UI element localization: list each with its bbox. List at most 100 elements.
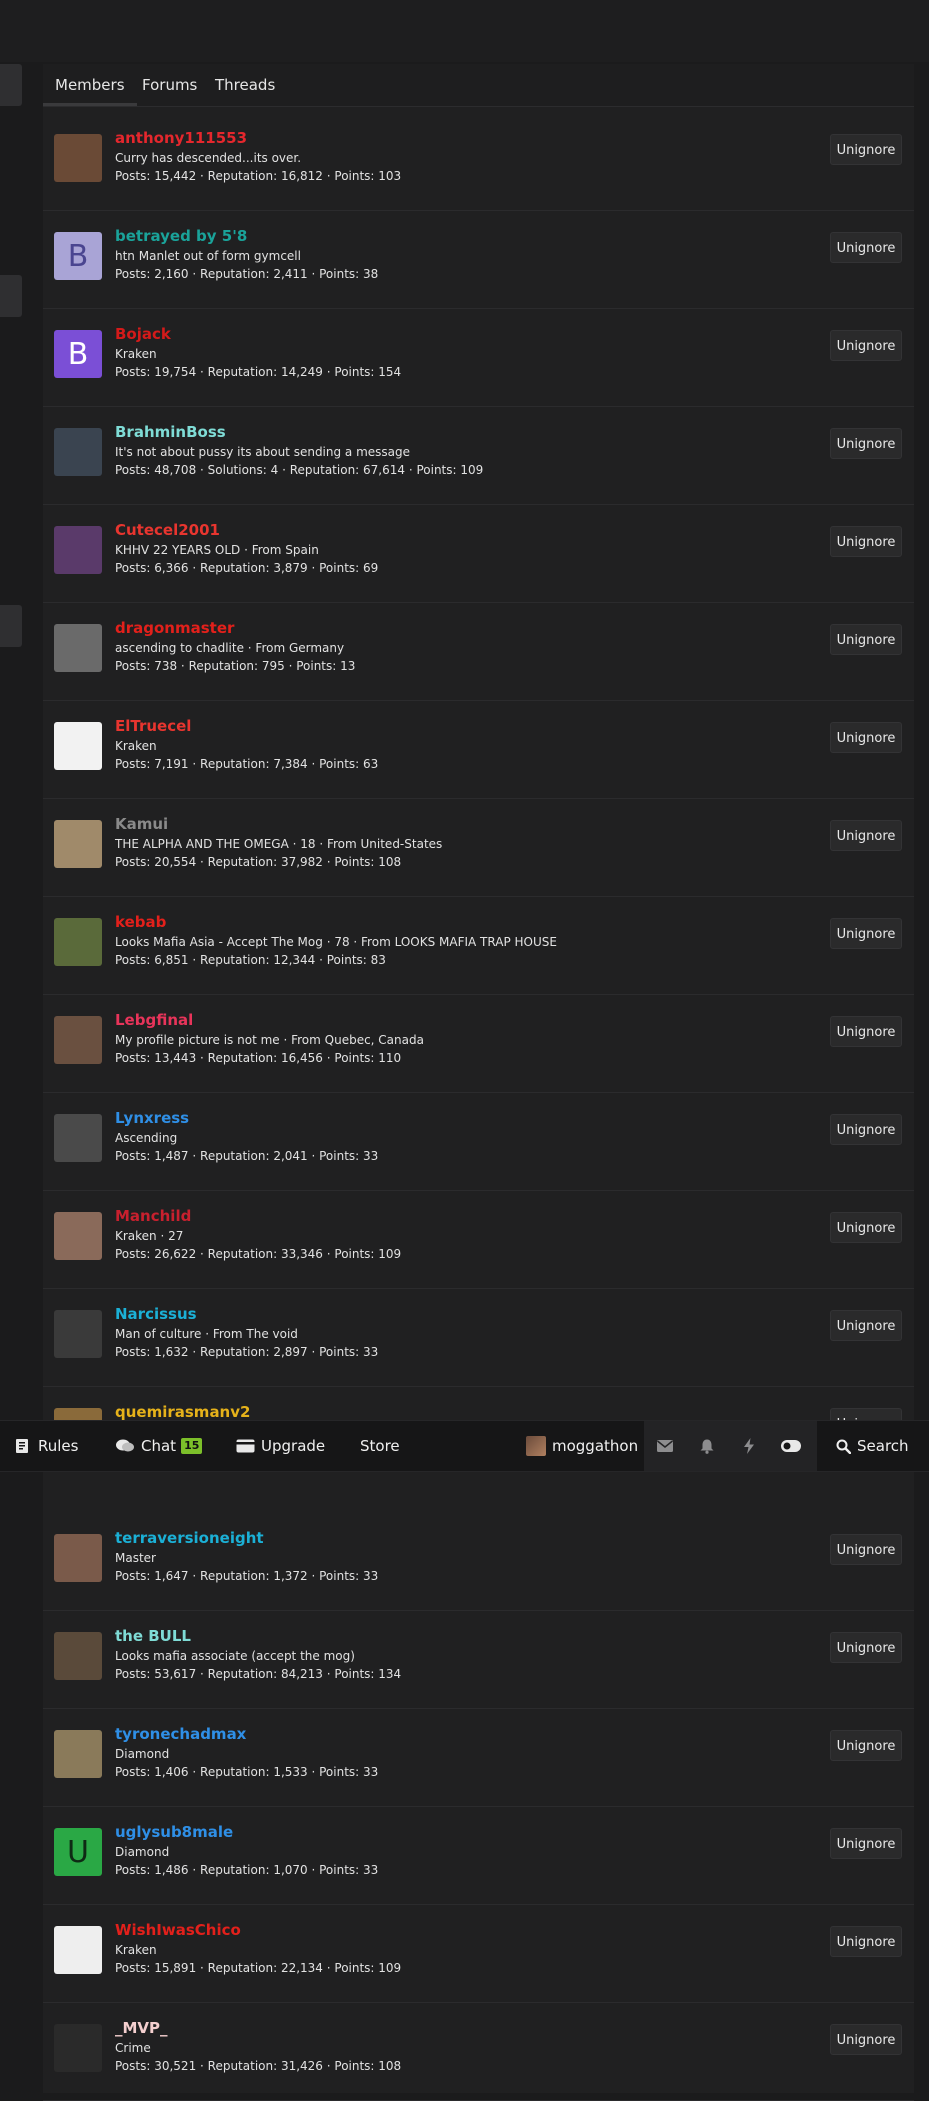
member-avatar[interactable]: U (54, 1828, 102, 1876)
member-title: It's not about pussy its about sending a… (115, 445, 411, 459)
whats-new-button[interactable] (728, 1421, 770, 1471)
unignore-button[interactable]: Unignore (830, 1926, 902, 1957)
member-row: BrahminBoss It's not about pussy its abou… (43, 407, 914, 505)
bottom-nav-bar: Rules Chat 15 Upgrade Store moggathon Se… (0, 1420, 929, 1472)
ignored-panel: Members Forums Threads anthony111553 Curr… (43, 64, 914, 2101)
nav-rules[interactable]: Rules (14, 1421, 78, 1471)
unignore-button[interactable]: Unignore (830, 2024, 902, 2055)
member-title: My profile picture is not me · From Queb… (115, 1033, 424, 1047)
unignore-button[interactable]: Unignore (830, 1730, 902, 1761)
member-row: Bbetrayed by 5'8 htn Manlet out of form g… (43, 211, 914, 309)
member-name[interactable]: kebab (115, 913, 166, 931)
unignore-button[interactable]: Unignore (830, 1534, 902, 1565)
member-stats: Posts: 1,647 · Reputation: 1,372 · Point… (115, 1569, 379, 1583)
member-name[interactable]: uglysub8male (115, 1823, 233, 1841)
unignore-button[interactable]: Unignore (830, 134, 902, 165)
member-stats: Posts: 15,442 · Reputation: 16,812 · Poi… (115, 169, 402, 183)
nav-search[interactable]: Search (836, 1421, 909, 1471)
unignore-button[interactable]: Unignore (830, 722, 902, 753)
side-tab[interactable] (0, 64, 22, 106)
member-stats: Posts: 15,891 · Reputation: 22,134 · Poi… (115, 1961, 402, 1975)
side-tab[interactable] (0, 275, 22, 317)
unignore-button[interactable]: Unignore (830, 1016, 902, 1047)
member-avatar[interactable] (54, 1212, 102, 1260)
member-avatar[interactable] (54, 722, 102, 770)
member-list: anthony111553 Curry has descended...its o… (43, 113, 914, 2101)
member-title: Diamond (115, 1747, 170, 1761)
member-name[interactable]: dragonmaster (115, 619, 234, 637)
side-tab[interactable] (0, 605, 22, 647)
member-name[interactable]: Manchild (115, 1207, 191, 1225)
nav-chat[interactable]: Chat 15 (115, 1421, 203, 1471)
tab-members[interactable]: Members (43, 64, 137, 106)
member-avatar[interactable] (54, 1534, 102, 1582)
member-name[interactable]: Kamui (115, 815, 168, 833)
nav-rules-label: Rules (38, 1437, 79, 1455)
member-name[interactable]: anthony111553 (115, 129, 247, 147)
member-name[interactable]: Narcissus (115, 1305, 197, 1323)
rules-icon (16, 1439, 28, 1453)
member-name[interactable]: terraversioneight (115, 1529, 264, 1547)
unignore-button[interactable]: Unignore (830, 1114, 902, 1145)
unignore-button[interactable]: Unignore (830, 820, 902, 851)
nav-icon-group (644, 1421, 817, 1471)
member-name[interactable]: BrahminBoss (115, 423, 226, 441)
member-avatar[interactable] (54, 1632, 102, 1680)
member-avatar[interactable] (54, 2024, 102, 2072)
member-avatar[interactable] (54, 526, 102, 574)
member-row: Lynxress Ascending Posts: 1,487 · Reputati… (43, 1093, 914, 1191)
member-avatar[interactable] (54, 918, 102, 966)
member-name[interactable]: Cutecel2001 (115, 521, 220, 539)
member-avatar[interactable] (54, 1114, 102, 1162)
unignore-button[interactable]: Unignore (830, 330, 902, 361)
member-name[interactable]: WishIwasChico (115, 1921, 241, 1939)
search-icon (836, 1439, 851, 1454)
member-stats: Posts: 1,487 · Reputation: 2,041 · Point… (115, 1149, 379, 1163)
unignore-button[interactable]: Unignore (830, 1632, 902, 1663)
unignore-button[interactable]: Unignore (830, 428, 902, 459)
member-name[interactable]: _MVP_ (115, 2019, 168, 2037)
member-title: Looks mafia associate (accept the mog) (115, 1649, 355, 1663)
member-avatar[interactable]: B (54, 330, 102, 378)
avatar-letter: B (67, 336, 89, 372)
nav-upgrade[interactable]: Upgrade (236, 1421, 325, 1471)
nav-user[interactable]: moggathon (526, 1421, 638, 1471)
unignore-button[interactable]: Unignore (830, 1828, 902, 1859)
unignore-button[interactable]: Unignore (830, 918, 902, 949)
member-row: the BULL Looks mafia associate (accept th… (43, 1611, 914, 1709)
member-name[interactable]: quemirasmanv2 (115, 1403, 250, 1421)
member-avatar[interactable] (54, 1926, 102, 1974)
member-name[interactable]: betrayed by 5'8 (115, 227, 247, 245)
member-name[interactable]: Bojack (115, 325, 171, 343)
alerts-button[interactable] (686, 1421, 728, 1471)
member-row: ElTruecel Kraken Posts: 7,191 · Reputation… (43, 701, 914, 799)
inbox-button[interactable] (644, 1421, 686, 1471)
member-avatar[interactable]: B (54, 232, 102, 280)
unignore-button[interactable]: Unignore (830, 624, 902, 655)
member-stats: Posts: 2,160 · Reputation: 2,411 · Point… (115, 267, 379, 281)
tab-forums[interactable]: Forums (142, 64, 197, 106)
member-name[interactable]: tyronechadmax (115, 1725, 246, 1743)
member-avatar[interactable] (54, 1016, 102, 1064)
member-avatar[interactable] (54, 624, 102, 672)
member-row: Kamui THE ALPHA AND THE OMEGA · 18 · From… (43, 799, 914, 897)
member-name[interactable]: ElTruecel (115, 717, 191, 735)
unignore-button[interactable]: Unignore (830, 1212, 902, 1243)
member-name[interactable]: Lebgfinal (115, 1011, 193, 1029)
style-toggle-button[interactable] (770, 1421, 812, 1471)
member-avatar[interactable] (54, 1730, 102, 1778)
member-avatar[interactable] (54, 134, 102, 182)
unignore-button[interactable]: Unignore (830, 526, 902, 557)
unignore-button[interactable]: Unignore (830, 1310, 902, 1341)
unignore-button[interactable]: Unignore (830, 232, 902, 263)
member-avatar[interactable] (54, 820, 102, 868)
member-name[interactable]: Lynxress (115, 1109, 189, 1127)
member-title: Master (115, 1551, 156, 1565)
nav-store[interactable]: Store (360, 1421, 400, 1471)
tab-threads[interactable]: Threads (215, 64, 275, 106)
member-row: Manchild Kraken · 27 Posts: 26,622 · Reput… (43, 1191, 914, 1289)
member-avatar[interactable] (54, 1310, 102, 1358)
member-name[interactable]: the BULL (115, 1627, 191, 1645)
member-avatar[interactable] (54, 428, 102, 476)
member-stats: Posts: 53,617 · Reputation: 84,213 · Poi… (115, 1667, 402, 1681)
